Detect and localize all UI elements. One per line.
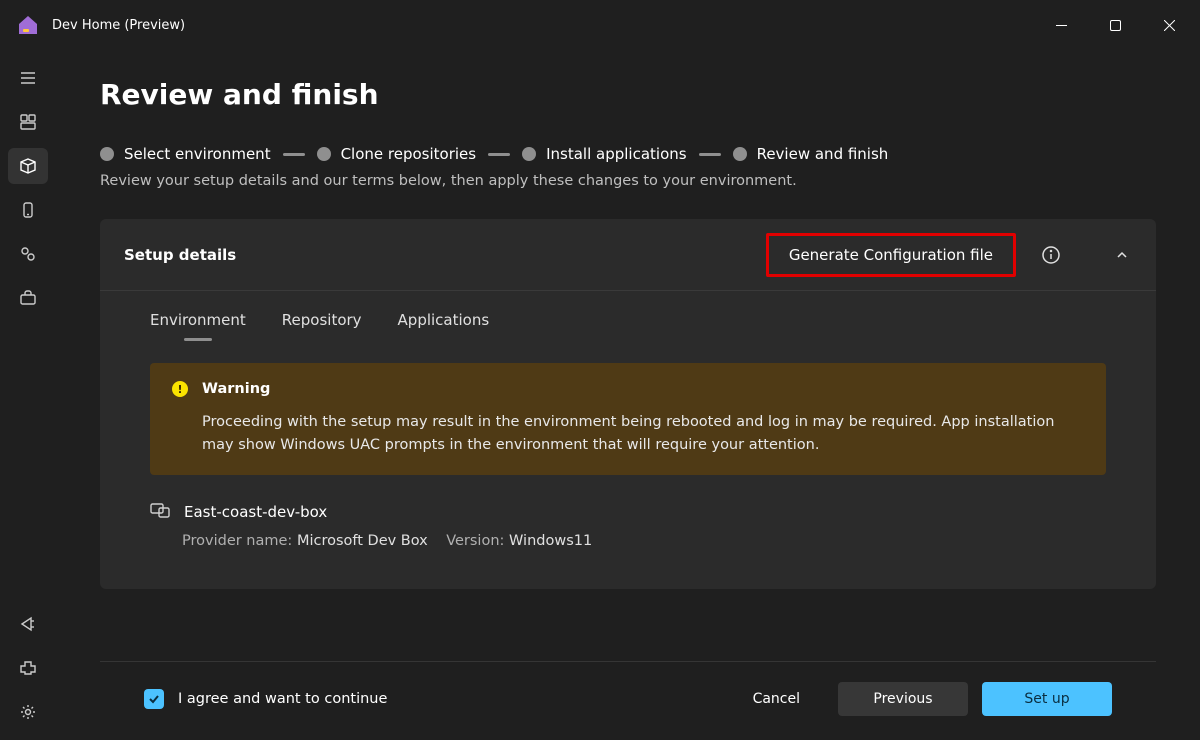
provider-value: Microsoft Dev Box bbox=[297, 533, 428, 549]
version-value: Windows11 bbox=[509, 533, 592, 549]
sidebar-item-extensions[interactable] bbox=[8, 650, 48, 686]
sidebar-item-machine-config[interactable] bbox=[8, 148, 48, 184]
sidebar-item-feedback[interactable] bbox=[8, 606, 48, 642]
environment-name: East-coast-dev-box bbox=[184, 503, 327, 521]
step-label: Install applications bbox=[546, 145, 686, 163]
step-dot-icon bbox=[522, 147, 536, 161]
step-dot-icon bbox=[317, 147, 331, 161]
step-clone-repositories[interactable]: Clone repositories bbox=[317, 145, 477, 163]
title-bar: Dev Home (Preview) bbox=[0, 0, 1200, 50]
version-label: Version: bbox=[446, 533, 504, 549]
window-controls bbox=[1038, 9, 1192, 41]
setup-details-panel: Setup details Generate Configuration fil… bbox=[100, 219, 1156, 589]
warning-icon: ! bbox=[172, 381, 188, 397]
sidebar-item-device[interactable] bbox=[8, 192, 48, 228]
sidebar-item-dashboard[interactable] bbox=[8, 104, 48, 140]
step-dot-icon bbox=[100, 147, 114, 161]
info-icon[interactable] bbox=[1040, 244, 1062, 266]
panel-header[interactable]: Setup details Generate Configuration fil… bbox=[100, 219, 1156, 291]
page-subtitle: Review your setup details and our terms … bbox=[100, 173, 1156, 189]
panel-body: Environment Repository Applications ! Wa… bbox=[100, 291, 1156, 589]
minimize-button[interactable] bbox=[1038, 9, 1084, 41]
hamburger-menu-button[interactable] bbox=[8, 60, 48, 96]
step-review-finish[interactable]: Review and finish bbox=[733, 145, 889, 163]
step-connector bbox=[283, 153, 305, 156]
panel-title: Setup details bbox=[124, 246, 766, 264]
setup-button[interactable]: Set up bbox=[982, 682, 1112, 716]
sidebar bbox=[0, 50, 56, 740]
page-title: Review and finish bbox=[100, 78, 1156, 111]
environment-row: East-coast-dev-box bbox=[150, 501, 1106, 523]
step-select-environment[interactable]: Select environment bbox=[100, 145, 271, 163]
agree-checkbox[interactable] bbox=[144, 689, 164, 709]
generate-config-button[interactable]: Generate Configuration file bbox=[766, 233, 1016, 277]
devbox-icon bbox=[150, 501, 170, 523]
footer: I agree and want to continue Cancel Prev… bbox=[100, 661, 1156, 740]
sidebar-item-settings[interactable] bbox=[8, 694, 48, 730]
tab-environment[interactable]: Environment bbox=[150, 311, 246, 337]
tab-applications[interactable]: Applications bbox=[398, 311, 490, 337]
environment-meta: Provider name: Microsoft Dev Box Version… bbox=[150, 533, 1106, 549]
warning-title: Warning bbox=[202, 381, 270, 397]
step-label: Clone repositories bbox=[341, 145, 477, 163]
step-connector bbox=[488, 153, 510, 156]
tab-repository[interactable]: Repository bbox=[282, 311, 362, 337]
stepper: Select environment Clone repositories In… bbox=[100, 145, 1156, 163]
sidebar-item-toolbox[interactable] bbox=[8, 280, 48, 316]
maximize-button[interactable] bbox=[1092, 9, 1138, 41]
step-connector bbox=[699, 153, 721, 156]
tabs: Environment Repository Applications bbox=[150, 311, 1106, 337]
app-logo-icon bbox=[16, 13, 40, 37]
previous-button[interactable]: Previous bbox=[838, 682, 968, 716]
sidebar-item-utilities[interactable] bbox=[8, 236, 48, 272]
step-label: Review and finish bbox=[757, 145, 889, 163]
agree-label: I agree and want to continue bbox=[178, 691, 715, 707]
warning-text: Proceeding with the setup may result in … bbox=[172, 411, 1084, 457]
content: Review and finish Select environment Clo… bbox=[56, 50, 1200, 740]
provider-label: Provider name: bbox=[182, 533, 292, 549]
step-install-applications[interactable]: Install applications bbox=[522, 145, 686, 163]
cancel-button[interactable]: Cancel bbox=[729, 682, 824, 716]
app-title: Dev Home (Preview) bbox=[52, 18, 1038, 33]
warning-box: ! Warning Proceeding with the setup may … bbox=[150, 363, 1106, 475]
chevron-up-icon[interactable] bbox=[1112, 245, 1132, 265]
step-dot-icon bbox=[733, 147, 747, 161]
close-button[interactable] bbox=[1146, 9, 1192, 41]
step-label: Select environment bbox=[124, 145, 271, 163]
